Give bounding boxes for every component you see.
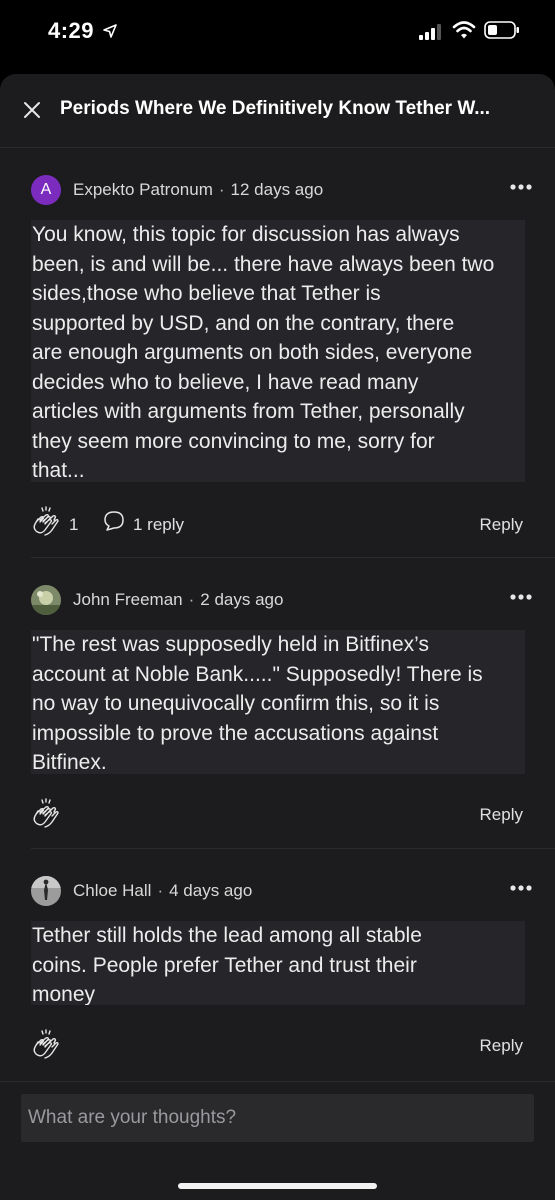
comment-header: John Freeman · 2 days ago	[31, 585, 532, 617]
more-options-icon[interactable]	[510, 183, 532, 191]
avatar[interactable]: A	[31, 175, 61, 205]
wifi-icon	[452, 21, 476, 39]
location-arrow-icon	[103, 24, 117, 38]
avatar[interactable]	[31, 876, 61, 906]
screen: 4:29 Periods Where We Definitively Know	[0, 0, 555, 1200]
home-indicator[interactable]	[178, 1183, 377, 1189]
comment-body: "The rest was supposedly held in Bitfine…	[31, 630, 525, 774]
clap-icon[interactable]	[31, 1029, 61, 1061]
comment-meta: Chloe Hall · 4 days ago	[73, 881, 253, 900]
more-options-icon[interactable]	[510, 593, 532, 601]
divider	[31, 557, 555, 558]
clap-count: 1	[69, 515, 79, 534]
avatar-photo-icon	[31, 585, 61, 615]
clap-icon[interactable]	[31, 506, 61, 538]
author-name[interactable]: Expekto Patronum	[73, 180, 213, 199]
sheet-title: Periods Where We Definitively Know Tethe…	[60, 98, 491, 119]
more-options-icon[interactable]	[510, 884, 532, 892]
avatar-photo-icon	[31, 876, 61, 906]
status-bar: 4:29	[0, 0, 555, 62]
comment-meta: Expekto Patronum · 12 days ago	[73, 180, 324, 199]
avatar[interactable]	[31, 585, 61, 615]
speech-bubble-icon[interactable]	[103, 510, 125, 532]
reply-button[interactable]: Reply	[480, 1036, 523, 1056]
comment-body: Tether still holds the lead among all st…	[31, 921, 525, 1005]
author-name[interactable]: John Freeman	[73, 590, 183, 609]
divider	[31, 848, 555, 849]
cellular-signal-icon	[419, 24, 441, 40]
battery-icon	[484, 21, 519, 39]
status-time: 4:29	[48, 18, 95, 43]
comment-time: 2 days ago	[200, 590, 284, 609]
comment-time: 12 days ago	[230, 180, 324, 199]
comment-header: Chloe Hall · 4 days ago	[31, 876, 532, 908]
close-icon[interactable]	[22, 100, 42, 120]
author-name[interactable]: Chloe Hall	[73, 881, 151, 900]
sheet-header: Periods Where We Definitively Know Tethe…	[0, 74, 555, 148]
comments-sheet: Periods Where We Definitively Know Tethe…	[0, 74, 555, 1200]
comment-input[interactable]	[21, 1094, 534, 1142]
comment-time: 4 days ago	[169, 881, 253, 900]
reply-button[interactable]: Reply	[480, 805, 523, 825]
reply-count[interactable]: 1 reply	[133, 515, 184, 535]
reply-button[interactable]: Reply	[480, 515, 523, 535]
comment-header: A Expekto Patronum · 12 days ago	[31, 175, 532, 207]
comment-meta: John Freeman · 2 days ago	[73, 590, 284, 609]
clap-icon[interactable]	[31, 798, 61, 830]
comment-body: You know, this topic for discussion has …	[31, 220, 525, 482]
